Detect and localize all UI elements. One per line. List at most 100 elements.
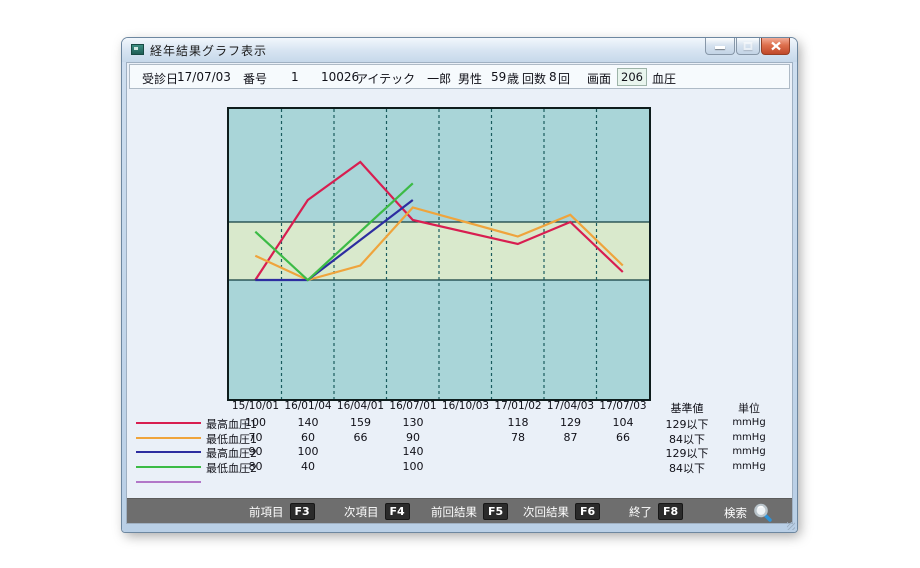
gender-value: 男性	[458, 70, 482, 87]
toolbar-item-label: 次項目	[344, 504, 379, 520]
series-value: 66	[334, 431, 387, 444]
toolbar-item-label: 次回結果	[523, 504, 569, 520]
function-toolbar: 前項目 F3 次項目 F4 前回結果 F5 次回結果 F6 終了 F8 検索	[127, 498, 792, 523]
window-title: 経年結果グラフ表示	[150, 42, 267, 59]
legend-line	[136, 466, 201, 468]
series-value: 80	[229, 460, 282, 473]
table-row: 最高血圧290100140129以下mmHg	[127, 445, 794, 459]
title-bar: 経年結果グラフ表示	[122, 38, 797, 62]
series-value: 118	[492, 416, 545, 429]
fkey-badge: F4	[385, 503, 410, 520]
fkey-badge: F3	[290, 503, 315, 520]
age-unit: 歳	[507, 70, 519, 87]
chart-area	[227, 107, 651, 401]
ref-value: 84以下	[651, 431, 723, 447]
ref-value: 129以下	[651, 445, 723, 461]
x-axis-label: 17/07/03	[597, 400, 650, 412]
table-row	[127, 475, 794, 489]
screen-name: 血圧	[652, 70, 676, 87]
close-icon	[770, 41, 781, 51]
x-axis-label: 17/01/02	[492, 400, 545, 412]
toolbar-item-f8[interactable]: 終了 F8	[629, 503, 683, 520]
screen-code-field[interactable]: 206	[617, 68, 647, 86]
fkey-badge: F8	[658, 503, 683, 520]
visit-count-value: 8	[549, 70, 557, 84]
unit-value: mmHg	[717, 432, 781, 443]
toolbar-item-label: 前回結果	[431, 504, 477, 520]
ref-value: 84以下	[651, 460, 723, 476]
screen: 経年結果グラフ表示 受診日 17/07/03	[0, 0, 920, 568]
x-axis-label: 17/04/03	[544, 400, 597, 412]
series-value: 90	[229, 445, 282, 458]
toolbar-item-f4[interactable]: 次項目 F4	[344, 503, 410, 520]
fkey-badge: F6	[575, 503, 600, 520]
screen-label: 画面	[587, 70, 611, 87]
maximize-icon	[744, 42, 753, 50]
window-icon[interactable]	[131, 44, 144, 55]
series-value: 159	[334, 416, 387, 429]
toolbar-item-f6[interactable]: 次回結果 F6	[523, 503, 600, 520]
visit-count-unit: 回	[558, 70, 570, 87]
patient-name: アイテック 一郎	[356, 70, 451, 87]
bp-trend-chart	[229, 109, 649, 399]
fkey-badge: F5	[483, 503, 508, 520]
search-label: 検索	[724, 505, 747, 521]
toolbar-item-label: 前項目	[249, 504, 284, 520]
resize-grip[interactable]	[787, 522, 795, 530]
series-value: 100	[387, 460, 440, 473]
toolbar-item-label: 終了	[629, 504, 652, 520]
series-value: 78	[492, 431, 545, 444]
patient-info-bar: 受診日 17/07/03 番号 1 10026 アイテック 一郎 男性 59 歳…	[129, 64, 790, 89]
close-button[interactable]	[761, 38, 790, 55]
series-value: 87	[544, 431, 597, 444]
ref-header: 基準値	[651, 400, 723, 416]
toolbar-item-f5[interactable]: 前回結果 F5	[431, 503, 508, 520]
search-button[interactable]: 検索	[724, 503, 772, 522]
series-value: 40	[282, 460, 335, 473]
series-value: 130	[387, 416, 440, 429]
legend-line	[136, 451, 201, 453]
x-axis-label: 16/10/03	[439, 400, 492, 412]
x-axis-label: 16/01/04	[282, 400, 335, 412]
age-value: 59	[491, 70, 506, 84]
legend-table: 最高血圧1100140159130118129104129以下mmHg最低血圧1…	[127, 416, 794, 498]
minimize-button[interactable]	[705, 38, 735, 55]
window-body: 受診日 17/07/03 番号 1 10026 アイテック 一郎 男性 59 歳…	[126, 62, 793, 524]
x-axis-label: 16/07/01	[387, 400, 440, 412]
table-row: 最低血圧17060669078876684以下mmHg	[127, 431, 794, 445]
unit-value: mmHg	[717, 417, 781, 428]
toolbar-item-f3[interactable]: 前項目 F3	[249, 503, 315, 520]
x-axis-labels: 15/10/0116/01/0416/04/0116/07/0116/10/03…	[229, 400, 649, 414]
search-icon	[753, 503, 772, 522]
table-row: 最低血圧2804010084以下mmHg	[127, 460, 794, 474]
series-value: 100	[282, 445, 335, 458]
window: 経年結果グラフ表示 受診日 17/07/03	[122, 38, 797, 532]
series-value: 70	[229, 431, 282, 444]
series-value: 60	[282, 431, 335, 444]
patient-id-value: 10026	[321, 70, 359, 84]
series-value: 140	[387, 445, 440, 458]
minimize-icon	[715, 46, 725, 49]
maximize-button[interactable]	[736, 38, 760, 55]
series-value: 129	[544, 416, 597, 429]
series-value: 140	[282, 416, 335, 429]
visit-date-label: 受診日	[142, 70, 178, 87]
legend-line	[136, 422, 201, 424]
series-value: 90	[387, 431, 440, 444]
series-value: 66	[597, 431, 650, 444]
visit-date-value: 17/07/03	[177, 70, 231, 84]
window-controls	[704, 38, 790, 55]
table-row: 最高血圧1100140159130118129104129以下mmHg	[127, 416, 794, 430]
unit-value: mmHg	[717, 446, 781, 457]
ref-value: 129以下	[651, 416, 723, 432]
patient-number-value: 1	[291, 70, 299, 84]
x-axis-label: 15/10/01	[229, 400, 282, 412]
legend-line	[136, 481, 201, 483]
legend-line	[136, 437, 201, 439]
patient-number-label: 番号	[243, 70, 267, 87]
series-value: 100	[229, 416, 282, 429]
unit-value: mmHg	[717, 461, 781, 472]
visit-count-label: 回数	[522, 70, 546, 87]
unit-header: 単位	[717, 400, 781, 416]
x-axis-label: 16/04/01	[334, 400, 387, 412]
